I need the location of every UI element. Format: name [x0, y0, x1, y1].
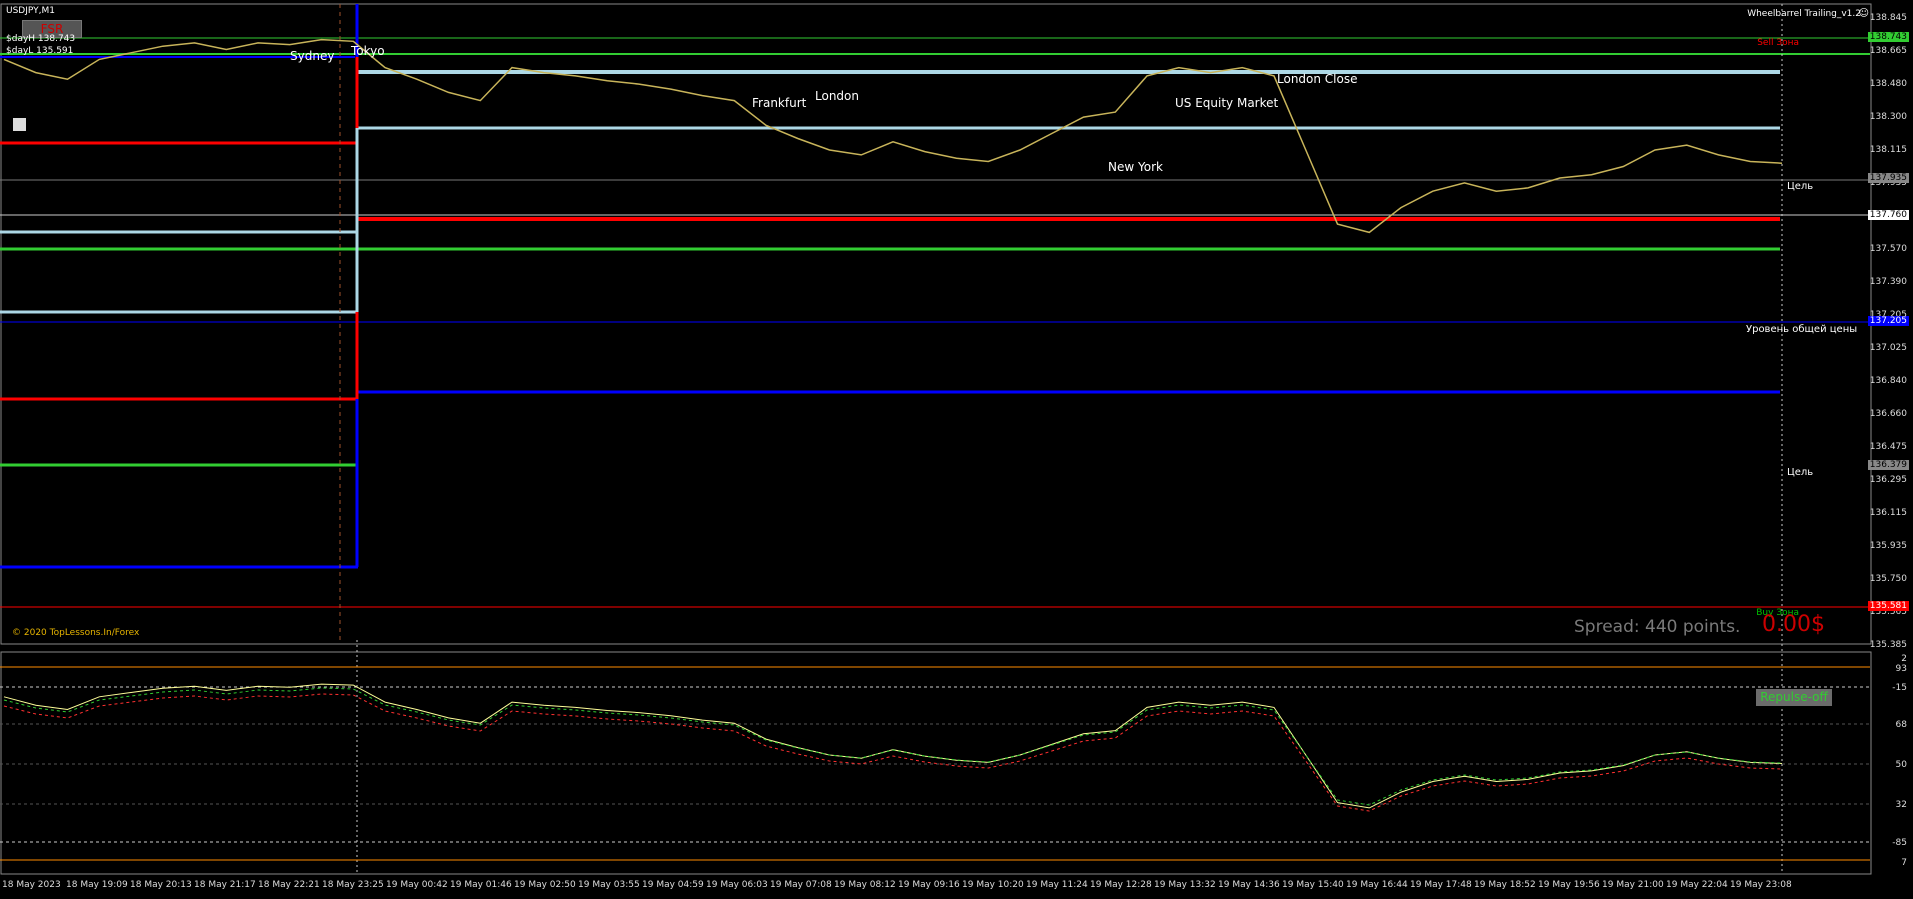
copyright-label: © 2020 TopLessons.In/Forex — [12, 628, 140, 638]
price-tag-blue: 137.205 — [1867, 316, 1909, 326]
price-axis-tick: 135.385 — [1869, 640, 1907, 650]
main-panel-frame — [0, 3, 1872, 645]
indicator-axis-tick: 50 — [1895, 760, 1907, 770]
time-axis-tick: 19 May 09:16 — [898, 880, 960, 890]
ea-name-label: Wheelbarrel Trailing_v1.2 — [1747, 9, 1861, 19]
day-high-label: $dayH 138.743 — [6, 34, 76, 44]
price-axis-tick: 136.115 — [1869, 508, 1907, 518]
time-axis-tick: 18 May 19:09 — [66, 880, 128, 890]
session-sydney: Sydney — [290, 49, 335, 63]
price-axis-tick: 136.295 — [1869, 475, 1907, 485]
session-london-close: London Close — [1277, 72, 1358, 86]
price-axis-tick: 138.845 — [1869, 13, 1907, 23]
time-axis-tick: 19 May 10:20 — [962, 880, 1024, 890]
time-axis-tick: 18 May 22:21 — [258, 880, 320, 890]
time-axis-tick: 19 May 14:36 — [1218, 880, 1280, 890]
session-new-york: New York — [1108, 160, 1163, 174]
price-axis-tick: 135.750 — [1869, 574, 1907, 584]
time-axis-tick: 19 May 13:32 — [1154, 880, 1216, 890]
time-axis-tick: 19 May 04:59 — [642, 880, 704, 890]
indicator-axis-tick: 93 — [1895, 664, 1907, 674]
time-axis-tick: 19 May 06:03 — [706, 880, 768, 890]
profit-label: 0.00$ — [1762, 612, 1825, 637]
indicator-ma-red — [3, 693, 1783, 812]
time-axis-tick: 19 May 22:04 — [1666, 880, 1728, 890]
time-axis-tick: 18 May 23:25 — [322, 880, 384, 890]
price-axis-tick: 137.025 — [1869, 343, 1907, 353]
day-low-label: $dayL 135.591 — [6, 46, 74, 56]
price-axis-tick: 138.480 — [1869, 79, 1907, 89]
price-axis-tick: 138.665 — [1869, 46, 1907, 56]
sell-zone-label: Sell Зона — [1757, 38, 1799, 48]
price-axis-tick: 135.935 — [1869, 541, 1907, 551]
indicator-axis-tick: 68 — [1895, 720, 1907, 730]
time-axis-tick: 19 May 08:12 — [834, 880, 896, 890]
session-us-equity: US Equity Market — [1175, 96, 1279, 110]
smiley-icon: ☺ — [1858, 8, 1869, 19]
time-axis-tick: 19 May 21:00 — [1602, 880, 1664, 890]
price-axis-tick: 136.840 — [1869, 376, 1907, 386]
time-axis-tick: 19 May 15:40 — [1282, 880, 1344, 890]
price-axis-tick: 136.660 — [1869, 409, 1907, 419]
time-axis-tick: 19 May 23:08 — [1730, 880, 1792, 890]
price-axis-tick: 137.390 — [1869, 277, 1907, 287]
indicator-axis-tick: -85 — [1892, 838, 1907, 848]
repulse-button[interactable]: Repulse-off — [1756, 689, 1832, 706]
time-axis-tick: 19 May 11:24 — [1026, 880, 1088, 890]
time-axis-tick: 19 May 17:48 — [1410, 880, 1472, 890]
common-level-label: Уровень общей цены — [1746, 324, 1858, 335]
indicator-axis-tick: 32 — [1895, 800, 1907, 810]
time-axis-tick: 19 May 07:08 — [770, 880, 832, 890]
indicator-line — [3, 683, 1783, 809]
time-axis-tick: 19 May 03:55 — [578, 880, 640, 890]
session-london: London — [815, 89, 859, 103]
spread-label: Spread: 440 points. — [1574, 617, 1741, 637]
price-axis-tick: 138.300 — [1869, 112, 1907, 122]
price-axis-tick: 136.475 — [1869, 442, 1907, 452]
price-line — [3, 38, 1783, 234]
time-axis-tick: 19 May 12:28 — [1090, 880, 1152, 890]
target-label-upper: Цель — [1787, 181, 1814, 192]
time-axis-tick: 18 May 20:13 — [130, 880, 192, 890]
time-axis-tick: 19 May 00:42 — [386, 880, 448, 890]
price-tag-white: 137.760 — [1867, 210, 1909, 220]
time-axis-tick: 18 May 2023 — [2, 880, 61, 890]
symbol-label: USDJPY,M1 — [6, 6, 55, 16]
time-axis-tick: 19 May 16:44 — [1346, 880, 1408, 890]
session-tokyo: Tokyo — [351, 44, 385, 58]
indicator-axis-tick: 2 — [1901, 654, 1907, 664]
price-axis-tick: 137.570 — [1869, 244, 1907, 254]
checkbox-toggle[interactable] — [13, 118, 26, 131]
time-axis-tick: 19 May 02:50 — [514, 880, 576, 890]
price-axis-tick: 138.115 — [1869, 145, 1907, 155]
chart-canvas[interactable] — [0, 0, 1913, 899]
time-axis-tick: 19 May 01:46 — [450, 880, 512, 890]
indicator-axis-tick: 7 — [1901, 858, 1907, 868]
time-axis-tick: 19 May 19:56 — [1538, 880, 1600, 890]
price-tag-top: 138.743 — [1867, 32, 1909, 42]
time-axis-tick: 18 May 21:17 — [194, 880, 256, 890]
indicator-axis-tick: -15 — [1892, 683, 1907, 693]
time-axis-tick: 19 May 18:52 — [1474, 880, 1536, 890]
session-frankfurt: Frankfurt — [752, 96, 807, 110]
price-tag-current: 137.935 — [1867, 173, 1909, 183]
indicator-ma-green — [3, 687, 1783, 806]
price-tag-red: 135.581 — [1867, 601, 1909, 611]
price-tag-gray: 136.379 — [1867, 460, 1909, 470]
target-label-lower: Цель — [1787, 467, 1814, 478]
